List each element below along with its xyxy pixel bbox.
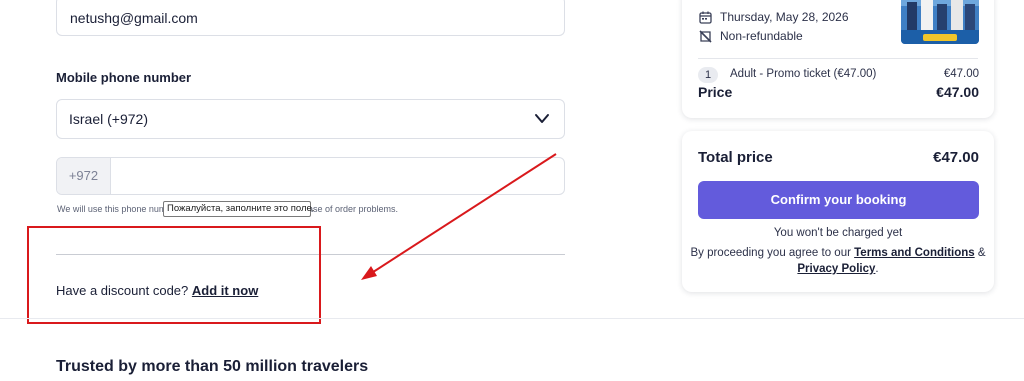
total-price-value: €47.00	[933, 149, 979, 166]
country-select-value: Israel (+972)	[69, 111, 148, 127]
price-label: Price	[698, 84, 733, 100]
refund-row: Non-refundable	[699, 29, 803, 43]
terms-link[interactable]: Terms and Conditions	[854, 247, 975, 259]
privacy-link[interactable]: Privacy Policy	[797, 263, 875, 275]
event-thumbnail	[901, 0, 979, 44]
checkout-card: Total price €47.00 Confirm your booking …	[682, 131, 994, 292]
ticket-quantity: 1	[698, 67, 718, 83]
date-row: Thursday, May 28, 2026	[699, 10, 849, 24]
total-price-label: Total price	[698, 149, 773, 166]
summary-divider	[698, 58, 978, 59]
phone-number-input[interactable]	[111, 158, 564, 194]
terms-agreement: By proceeding you agree to our Terms and…	[690, 245, 986, 277]
agree-prefix: By proceeding you agree to our	[690, 247, 855, 259]
no-refund-icon	[699, 29, 712, 43]
phone-prefix: +972	[57, 158, 111, 194]
phone-number-group: +972	[56, 157, 565, 195]
country-select[interactable]: Israel (+972)	[56, 99, 565, 139]
confirm-booking-button[interactable]: Confirm your booking	[698, 181, 979, 219]
phone-label: Mobile phone number	[56, 70, 192, 85]
price-value: €47.00	[936, 84, 979, 100]
ticket-price: €47.00	[943, 68, 979, 80]
agree-join: &	[974, 247, 986, 259]
refund-policy: Non-refundable	[720, 29, 803, 43]
chevron-down-icon	[535, 114, 549, 123]
trusted-heading: Trusted by more than 50 million traveler…	[56, 358, 369, 375]
email-field[interactable]: netushg@gmail.com	[56, 0, 565, 36]
page-divider	[0, 318, 1024, 319]
event-date: Thursday, May 28, 2026	[720, 10, 849, 24]
validation-tooltip: Пожалуйста, заполните это поле.	[163, 201, 314, 217]
ticket-name: Adult - Promo ticket (€47.00)	[730, 68, 877, 80]
not-charged-note: You won't be charged yet	[773, 227, 903, 239]
annotation-highlight-box	[27, 226, 321, 324]
calendar-icon	[699, 11, 712, 24]
booking-summary-card: Thursday, May 28, 2026 Non-refundable 1 …	[682, 0, 994, 118]
agree-suffix: .	[875, 263, 879, 275]
